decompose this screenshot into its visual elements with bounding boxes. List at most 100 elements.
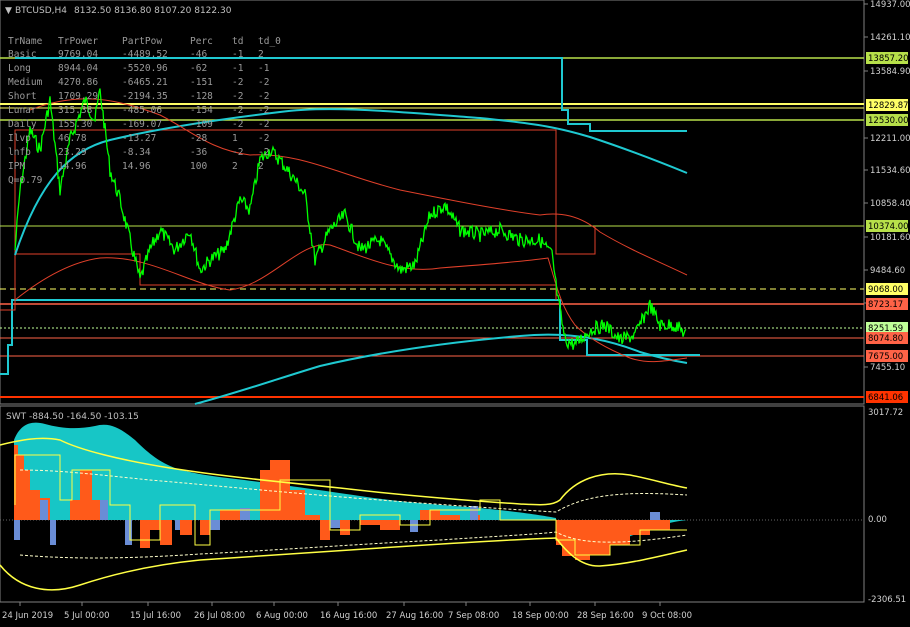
stats-cell: 2	[258, 161, 264, 172]
price-level-value: 12829.87	[868, 101, 909, 111]
time-tick-label: 27 Aug 16:00	[386, 611, 443, 621]
price-level-tags: 13857.20 12829.87 12530.00 10374.00 9068.00 8…	[866, 52, 909, 403]
time-tick-label: 6 Aug 00:00	[256, 611, 308, 621]
stats-cell: -2	[232, 77, 243, 88]
stats-cell: -2	[232, 147, 243, 158]
stats-cell: -4489.52	[122, 49, 168, 60]
stats-cell: 23.29	[58, 147, 87, 158]
stats-cell: -1	[232, 49, 244, 60]
stats-header: td	[232, 36, 243, 47]
oscillator-bar	[470, 506, 478, 520]
stats-cell: 8944.04	[58, 63, 98, 74]
price-tick-label: 12211.00	[870, 134, 910, 144]
price-pane[interactable]	[0, 0, 865, 405]
stats-cell: Long	[8, 63, 31, 74]
oscillator-bar	[160, 520, 172, 545]
time-tick-label: 24 Jun 2019	[2, 611, 53, 621]
oscillator-bar	[40, 500, 48, 520]
price-tick-label: 14937.00	[870, 0, 910, 10]
oscillator-bar	[70, 500, 80, 520]
stats-cell: 14.96	[58, 161, 87, 172]
stats-cell: -13.27	[122, 133, 156, 144]
stats-cell: 2	[232, 161, 238, 172]
price-level-value: 10374.00	[868, 222, 909, 232]
price-tick-label: 11534.60	[870, 166, 910, 176]
oscillator-bar	[330, 520, 340, 528]
price-level-value: 13857.20	[868, 54, 909, 64]
stats-cell: 1709.29	[58, 91, 98, 102]
stats-cell: 100	[190, 161, 207, 172]
stats-cell: lnfb	[8, 147, 31, 158]
oscillator-bar	[340, 520, 350, 535]
trading-chart[interactable]: ▼ BTCUSD,H4 8132.50 8136.80 8107.20 8122…	[0, 0, 910, 627]
price-level-value: 7675.00	[868, 352, 903, 362]
time-tick-label: 26 Jul 08:00	[194, 611, 245, 621]
oscillator-bar	[125, 520, 132, 545]
time-tick-label: 16 Aug 16:00	[320, 611, 377, 621]
symbol-label: BTCUSD,H4	[15, 6, 67, 16]
oscillator-bar	[410, 520, 418, 532]
price-tick-label: 7455.10	[870, 363, 905, 373]
time-tick-label: 5 Jul 00:00	[64, 611, 110, 621]
stats-cell: -8.34	[122, 147, 151, 158]
stats-cell: -2	[258, 133, 269, 144]
stats-cell: -128	[190, 91, 213, 102]
oscillator-axis: 3017.72 0.00 -2306.51	[868, 408, 906, 605]
stats-cell: Short	[8, 91, 37, 102]
oscillator-bar	[440, 515, 460, 520]
oscillator-bar	[575, 520, 590, 560]
oscillator-bar	[200, 520, 210, 535]
oscillator-bar	[24, 470, 30, 520]
oscillator-bar	[290, 490, 305, 520]
oscillator-bar	[650, 520, 670, 530]
stats-cell: -154	[190, 105, 213, 116]
oscillator-bar	[50, 520, 56, 545]
stats-cell: -2	[258, 77, 269, 88]
oscillator-tick-label: 3017.72	[868, 408, 903, 418]
stats-cell: -485.06	[122, 105, 162, 116]
stats-cell: -151	[190, 77, 213, 88]
ohlc-readout: 8132.50 8136.80 8107.20 8122.30	[74, 6, 232, 16]
stats-cell: -2	[232, 91, 243, 102]
oscillator-bar	[175, 520, 180, 530]
stats-header: TrName	[8, 36, 43, 47]
stats-cell: -1	[258, 63, 270, 74]
stats-cell: -2	[232, 119, 243, 130]
oscillator-bar	[305, 515, 320, 520]
stats-header: TrPower	[58, 36, 98, 47]
price-tick-label: 10181.60	[870, 233, 910, 243]
stats-cell: -2	[232, 105, 243, 116]
collapse-triangle-icon[interactable]: ▼	[5, 6, 12, 16]
time-tick-label: 7 Sep 08:00	[448, 611, 499, 621]
stats-cell: -1	[232, 63, 244, 74]
stats-cell: 14.96	[122, 161, 151, 172]
time-axis: 24 Jun 2019 5 Jul 00:00 15 Jul 16:00 26 Jul…	[2, 602, 692, 621]
price-tick-label: 10858.40	[870, 199, 910, 209]
price-tick-label: 13584.90	[870, 67, 910, 77]
price-level-value: 6841.06	[868, 393, 903, 403]
stats-cell: 4270.86	[58, 77, 98, 88]
oscillator-bar	[610, 520, 630, 545]
price-level-value: 8723.17	[868, 300, 903, 310]
stats-cell: -36	[190, 147, 207, 158]
time-tick-label: 15 Jul 16:00	[130, 611, 181, 621]
stats-cell: -169.07	[122, 119, 162, 130]
stats-cell: 315.38	[58, 105, 93, 116]
stats-cell: Basic	[8, 49, 37, 60]
stats-cell: -2194.35	[122, 91, 168, 102]
stats-cell: -2	[258, 105, 269, 116]
stats-cell: Ilvp	[8, 133, 31, 144]
oscillator-bar	[92, 500, 100, 520]
stats-cell: 9769.04	[58, 49, 98, 60]
time-tick-label: 28 Sep 16:00	[577, 611, 634, 621]
stats-cell: -109	[190, 119, 213, 130]
stats-cell: -5520.96	[122, 63, 168, 74]
oscillator-bar	[590, 520, 610, 555]
oscillator-bar	[220, 510, 240, 520]
stats-header: Perc	[190, 36, 213, 47]
price-level-value: 9068.00	[868, 285, 903, 295]
stats-cell: -2	[258, 91, 269, 102]
oscillator-bar	[100, 500, 108, 520]
oscillator-tick-label: -2306.51	[868, 595, 906, 605]
stats-cell: -6465.21	[122, 77, 168, 88]
